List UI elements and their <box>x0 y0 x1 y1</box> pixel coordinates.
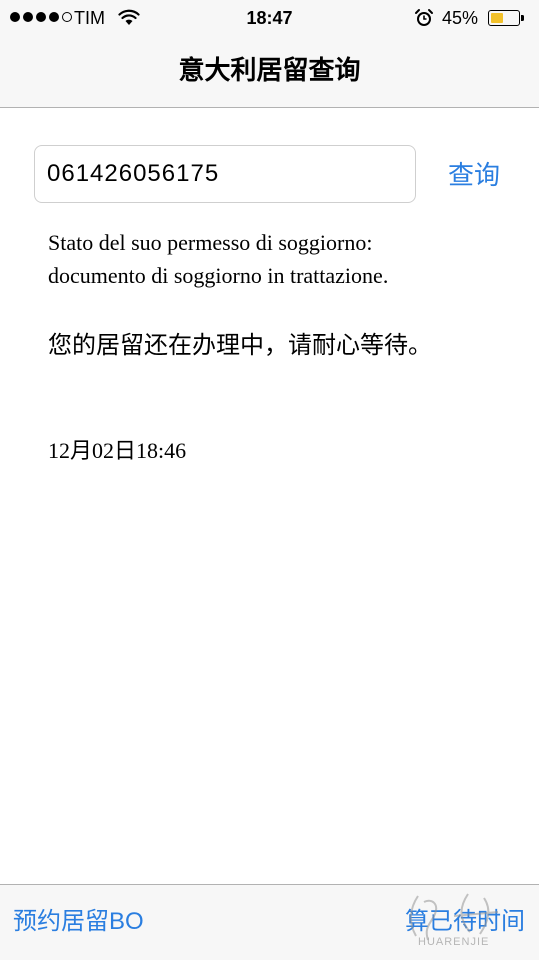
navigation-bar: 意大利居留查询 <box>0 36 539 108</box>
status-line-italian-2: documento di soggiorno in trattazione. <box>48 263 389 288</box>
status-message-chinese: 您的居留还在办理中，请耐心等待。 <box>48 331 432 359</box>
battery-icon <box>488 10 524 26</box>
status-bar: TIM 18:47 45% <box>0 0 539 36</box>
status-line-italian-1: Stato del suo permesso di soggiorno: <box>48 230 373 255</box>
bottom-toolbar: 预约居留BO 算已待时间 <box>0 884 539 960</box>
query-timestamp: 12月02日18:46 <box>48 438 187 463</box>
permit-number-input[interactable] <box>34 145 416 203</box>
permit-status-text: Stato del suo permesso di soggiorno: doc… <box>48 226 518 292</box>
page-title: 意大利居留查询 <box>178 56 361 86</box>
app-screen: TIM 18:47 45% 意大利居留查询 查询 Stato del suo p… <box>0 0 539 960</box>
calculate-wait-time-button[interactable]: 算已待时间 <box>405 905 525 939</box>
battery-level-fill <box>491 13 503 23</box>
alarm-clock-icon <box>415 9 433 26</box>
battery-percent: 45% <box>442 8 479 28</box>
book-permit-appointment-button[interactable]: 预约居留BO <box>13 905 144 939</box>
battery-nub <box>521 15 524 21</box>
query-button[interactable]: 查询 <box>448 157 500 193</box>
